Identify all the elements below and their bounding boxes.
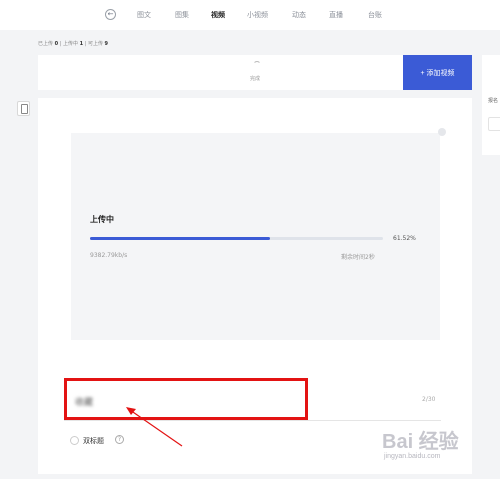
upload-progress-bar	[90, 237, 383, 240]
tab-video[interactable]: 视频	[211, 10, 225, 20]
available-label: 可上传	[87, 41, 103, 47]
title-char-count: 2/30	[422, 396, 436, 403]
mobile-preview-icon[interactable]	[17, 101, 30, 116]
header-status-label: 完成	[250, 76, 261, 82]
title-value: 收藏	[75, 398, 94, 408]
loading-spinner-icon	[253, 61, 261, 69]
upload-speed: 9382.79kb/s	[90, 252, 128, 259]
tab-moments[interactable]: 动态	[292, 10, 306, 20]
close-icon[interactable]	[438, 128, 446, 136]
side-label: 报名	[488, 98, 499, 104]
side-input[interactable]	[488, 117, 500, 131]
upload-percent: 61.52%	[393, 235, 416, 242]
add-video-button[interactable]: + 添加视频	[403, 55, 472, 90]
tab-ledger[interactable]: 台账	[368, 10, 382, 20]
tab-live[interactable]: 直播	[329, 10, 343, 20]
uploaded-label: 已上传	[38, 41, 54, 47]
uploading-label: 上传中	[62, 41, 78, 47]
tab-gallery[interactable]: 图集	[175, 10, 189, 20]
upload-status-title: 上传中	[90, 215, 114, 224]
question-circle-icon[interactable]: ?	[115, 435, 124, 444]
watermark-url: jingyan.baidu.com	[384, 453, 441, 460]
available-count: 9	[104, 41, 109, 47]
double-title-label: 双标题	[83, 437, 104, 445]
upload-progress-fill	[90, 237, 271, 240]
tab-short-video[interactable]: 小视频	[247, 10, 268, 20]
watermark-brand: Bai 经验	[382, 431, 459, 453]
top-nav: ← 图文 图集 视频 小视频 动态 直播 台账	[0, 0, 500, 30]
time-remaining: 剩余时间2秒	[341, 254, 375, 261]
side-panel: 报名	[482, 55, 500, 155]
upload-counters: 已上传 0 | 上传中 1 | 可上传 9	[38, 40, 108, 47]
tab-image-text[interactable]: 图文	[137, 10, 151, 20]
annotation-arrow-icon	[126, 407, 183, 447]
watermark-logo: Bai 经验 jingyan.baidu.com	[382, 425, 494, 471]
back-arrow-icon[interactable]: ←	[105, 9, 116, 20]
double-title-radio[interactable]	[70, 436, 79, 445]
